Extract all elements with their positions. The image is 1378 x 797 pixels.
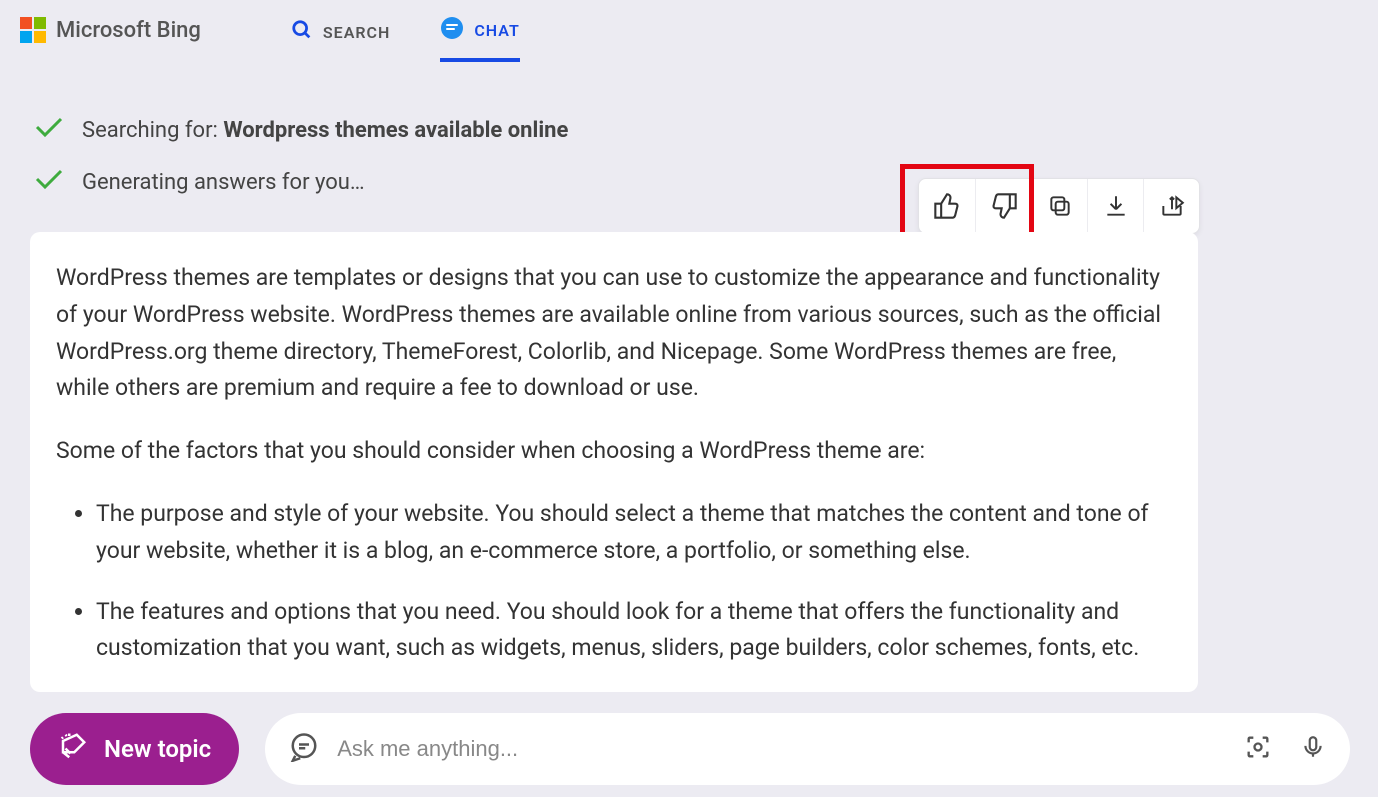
copy-button[interactable] <box>1031 179 1087 233</box>
share-button[interactable] <box>1143 179 1199 233</box>
generating-text: Generating answers for you… <box>82 170 365 195</box>
response-toolbar <box>918 178 1200 234</box>
visual-search-icon[interactable] <box>1244 733 1272 765</box>
chat-bubble-icon <box>289 732 319 766</box>
ask-input-container <box>265 713 1350 785</box>
search-icon <box>291 19 313 45</box>
microsoft-logo-icon <box>20 17 46 43</box>
tab-search[interactable]: SEARCH <box>291 1 390 59</box>
answer-paragraph-1: WordPress themes are templates or design… <box>56 260 1172 407</box>
answer-bullet: The purpose and style of your website. Y… <box>96 496 1172 570</box>
checkmark-icon <box>34 115 64 145</box>
answer-paragraph-2: Some of the factors that you should cons… <box>56 433 1172 470</box>
dislike-button[interactable] <box>975 179 1031 233</box>
microphone-icon[interactable] <box>1300 734 1326 764</box>
answer-card: WordPress themes are templates or design… <box>30 232 1198 692</box>
nav-tabs: SEARCH CHAT <box>291 0 520 62</box>
new-topic-button[interactable]: New topic <box>30 713 239 785</box>
new-topic-label: New topic <box>104 735 211 763</box>
ask-input[interactable] <box>337 736 1226 762</box>
searching-prefix: Searching for: <box>82 118 223 143</box>
download-button[interactable] <box>1087 179 1143 233</box>
bing-logo[interactable]: Microsoft Bing <box>20 17 201 43</box>
broom-icon <box>58 731 88 767</box>
status-searching: Searching for: Wordpress themes availabl… <box>34 115 1378 145</box>
answer-bullet-list: The purpose and style of your website. Y… <box>56 496 1172 667</box>
answer-bullet: The features and options that you need. … <box>96 594 1172 668</box>
tab-chat-label: CHAT <box>474 21 519 40</box>
status-area: Searching for: Wordpress themes availabl… <box>0 60 1378 197</box>
chat-icon <box>440 16 464 44</box>
checkmark-icon <box>34 167 64 197</box>
like-button[interactable] <box>919 179 975 233</box>
bottom-bar: New topic <box>30 713 1350 785</box>
searching-query: Wordpress themes available online <box>223 118 568 143</box>
tab-search-label: SEARCH <box>323 23 390 42</box>
top-bar: Microsoft Bing SEARCH CHAT <box>0 0 1378 60</box>
logo-text: Microsoft Bing <box>56 18 201 43</box>
tab-chat[interactable]: CHAT <box>440 0 519 62</box>
